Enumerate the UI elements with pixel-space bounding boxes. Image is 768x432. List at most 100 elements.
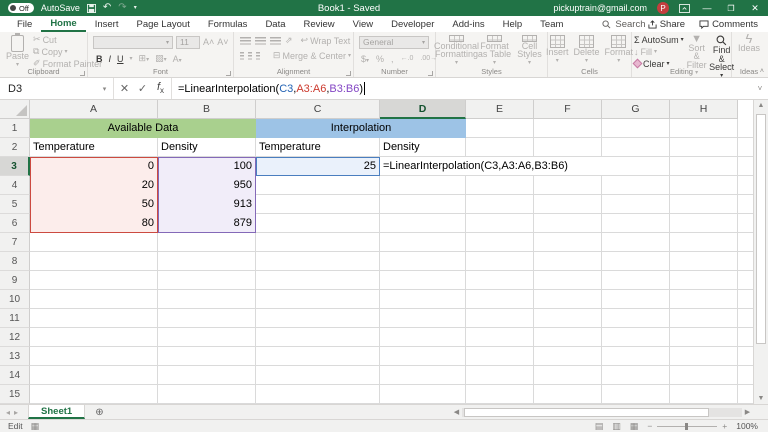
row-header-10[interactable]: 10	[0, 290, 30, 309]
cell-A5[interactable]: 50	[30, 195, 158, 214]
column-header-A[interactable]: A	[30, 100, 158, 119]
cancel-entry-icon[interactable]: ✕	[116, 82, 133, 95]
ribbon-tab-developer[interactable]: Developer	[382, 16, 443, 32]
cell-B4[interactable]: 950	[158, 176, 256, 195]
close-button[interactable]: ✕	[748, 3, 762, 14]
column-header-H[interactable]: H	[670, 100, 738, 119]
scroll-left-icon[interactable]: ◀	[451, 408, 462, 416]
increase-font-icon[interactable]: A˄	[203, 37, 214, 47]
cells-area[interactable]: Available DataInterpolationTemperatureDe…	[30, 119, 753, 404]
cell-B3[interactable]: 100	[158, 157, 256, 176]
font-name-select[interactable]: ▾	[93, 36, 173, 49]
zoom-slider[interactable]: − +	[647, 421, 727, 431]
interpolation-header[interactable]: Interpolation	[256, 119, 466, 138]
restore-button[interactable]: ❐	[724, 4, 738, 13]
underline-button[interactable]: U	[117, 54, 124, 64]
page-break-view-icon[interactable]: ▦	[630, 421, 639, 432]
column-header-E[interactable]: E	[466, 100, 534, 119]
wrap-text-button[interactable]: ↩Wrap Text	[301, 35, 351, 46]
align-bottom-icon[interactable]	[270, 37, 281, 45]
cell-D2[interactable]: Density	[380, 138, 466, 157]
row-header-15[interactable]: 15	[0, 385, 30, 404]
zoom-out-icon[interactable]: −	[647, 421, 652, 431]
ribbon-tab-file[interactable]: File	[8, 16, 41, 32]
font-color-icon[interactable]: A▾	[173, 54, 182, 64]
column-header-D[interactable]: D	[380, 100, 466, 119]
page-layout-view-icon[interactable]: ▥	[612, 421, 621, 432]
formula-input[interactable]: =LinearInterpolation(C3,A3:A6,B3:B6)	[172, 78, 752, 99]
normal-view-icon[interactable]: ▤	[595, 421, 604, 432]
align-center-icon[interactable]	[248, 52, 252, 60]
select-all-corner[interactable]	[0, 100, 30, 119]
number-dialog-launcher[interactable]	[428, 71, 433, 76]
cell-B6[interactable]: 879	[158, 214, 256, 233]
ribbon-tab-insert[interactable]: Insert	[86, 16, 128, 32]
fill-button[interactable]: ↓Fill▾	[634, 46, 684, 57]
align-middle-icon[interactable]	[255, 37, 266, 45]
save-icon[interactable]	[87, 4, 96, 13]
name-box-caret-icon[interactable]: ▾	[96, 78, 114, 99]
comma-style-icon[interactable]: ,	[391, 54, 394, 64]
scroll-up-icon[interactable]: ▲	[754, 102, 768, 109]
row-header-4[interactable]: 4	[0, 176, 30, 195]
delete-cells-button[interactable]: Delete▾	[574, 34, 600, 67]
orientation-icon[interactable]: ⇗	[285, 35, 293, 46]
vertical-scroll-thumb[interactable]	[756, 114, 766, 344]
search-box[interactable]: Search	[602, 19, 645, 30]
row-header-2[interactable]: 2	[0, 138, 30, 157]
align-left-icon[interactable]	[240, 52, 244, 60]
autosave-toggle[interactable]: Off	[8, 3, 34, 13]
column-header-B[interactable]: B	[158, 100, 256, 119]
ribbon-tab-help[interactable]: Help	[494, 16, 532, 32]
borders-icon[interactable]: ⊞▾	[139, 53, 150, 64]
cell-A6[interactable]: 80	[30, 214, 158, 233]
formula-bar-expand-icon[interactable]: ˅	[752, 78, 768, 99]
cell-A2[interactable]: Temperature	[30, 138, 158, 157]
align-top-icon[interactable]	[240, 37, 251, 45]
cell-B2[interactable]: Density	[158, 138, 256, 157]
format-as-table-button[interactable]: Format as Table▾	[478, 34, 512, 67]
merge-center-button[interactable]: ⊟Merge & Center▾	[273, 50, 351, 61]
row-header-13[interactable]: 13	[0, 347, 30, 366]
column-header-G[interactable]: G	[602, 100, 670, 119]
name-box[interactable]: D3	[0, 78, 96, 99]
row-header-8[interactable]: 8	[0, 252, 30, 271]
row-header-6[interactable]: 6	[0, 214, 30, 233]
zoom-knob[interactable]	[685, 423, 688, 430]
ribbon-tab-page-layout[interactable]: Page Layout	[127, 16, 198, 32]
cell-A4[interactable]: 20	[30, 176, 158, 195]
row-header-12[interactable]: 12	[0, 328, 30, 347]
autosum-button[interactable]: ΣAutoSum▾	[634, 34, 684, 45]
share-button[interactable]: Share	[648, 19, 685, 30]
accounting-format-icon[interactable]: $▾	[361, 54, 369, 64]
cell-C3[interactable]: 25	[256, 157, 380, 176]
sheet-tab-sheet1[interactable]: Sheet1	[28, 405, 85, 419]
font-dialog-launcher[interactable]	[226, 71, 231, 76]
insert-cells-button[interactable]: Insert▾	[546, 34, 569, 67]
align-right-icon[interactable]	[256, 52, 260, 60]
cell-A3[interactable]: 0	[30, 157, 158, 176]
scroll-down-icon[interactable]: ▼	[754, 395, 768, 402]
increase-decimal-icon[interactable]: ←.0	[401, 55, 414, 62]
zoom-in-icon[interactable]: +	[722, 421, 727, 431]
alignment-dialog-launcher[interactable]	[346, 71, 351, 76]
quick-access-caret-icon[interactable]: ▾	[134, 3, 137, 13]
avatar[interactable]: P	[657, 2, 669, 14]
conditional-formatting-button[interactable]: Conditional Formatting▾	[439, 34, 475, 67]
column-header-F[interactable]: F	[534, 100, 602, 119]
ribbon-display-options-icon[interactable]	[679, 4, 690, 13]
undo-icon[interactable]: ↶	[103, 3, 111, 13]
format-cells-button[interactable]: Format▾	[605, 34, 634, 67]
ribbon-tab-review[interactable]: Review	[295, 16, 344, 32]
cell-B5[interactable]: 913	[158, 195, 256, 214]
fill-color-icon[interactable]: ▨▾	[155, 53, 167, 64]
accessibility-status-icon[interactable]: ▦	[31, 421, 40, 432]
worksheet-grid[interactable]: ABCDEFGH 123456789101112131415 Available…	[0, 100, 753, 404]
row-header-11[interactable]: 11	[0, 309, 30, 328]
row-header-3[interactable]: 3	[0, 157, 30, 176]
row-header-5[interactable]: 5	[0, 195, 30, 214]
collapse-ribbon-icon[interactable]: ˄	[760, 68, 764, 75]
insert-function-icon[interactable]: fx	[152, 81, 169, 95]
row-header-14[interactable]: 14	[0, 366, 30, 385]
cell-D3[interactable]: =LinearInterpolation(C3,A3:A6,B3:B6)	[380, 157, 616, 175]
